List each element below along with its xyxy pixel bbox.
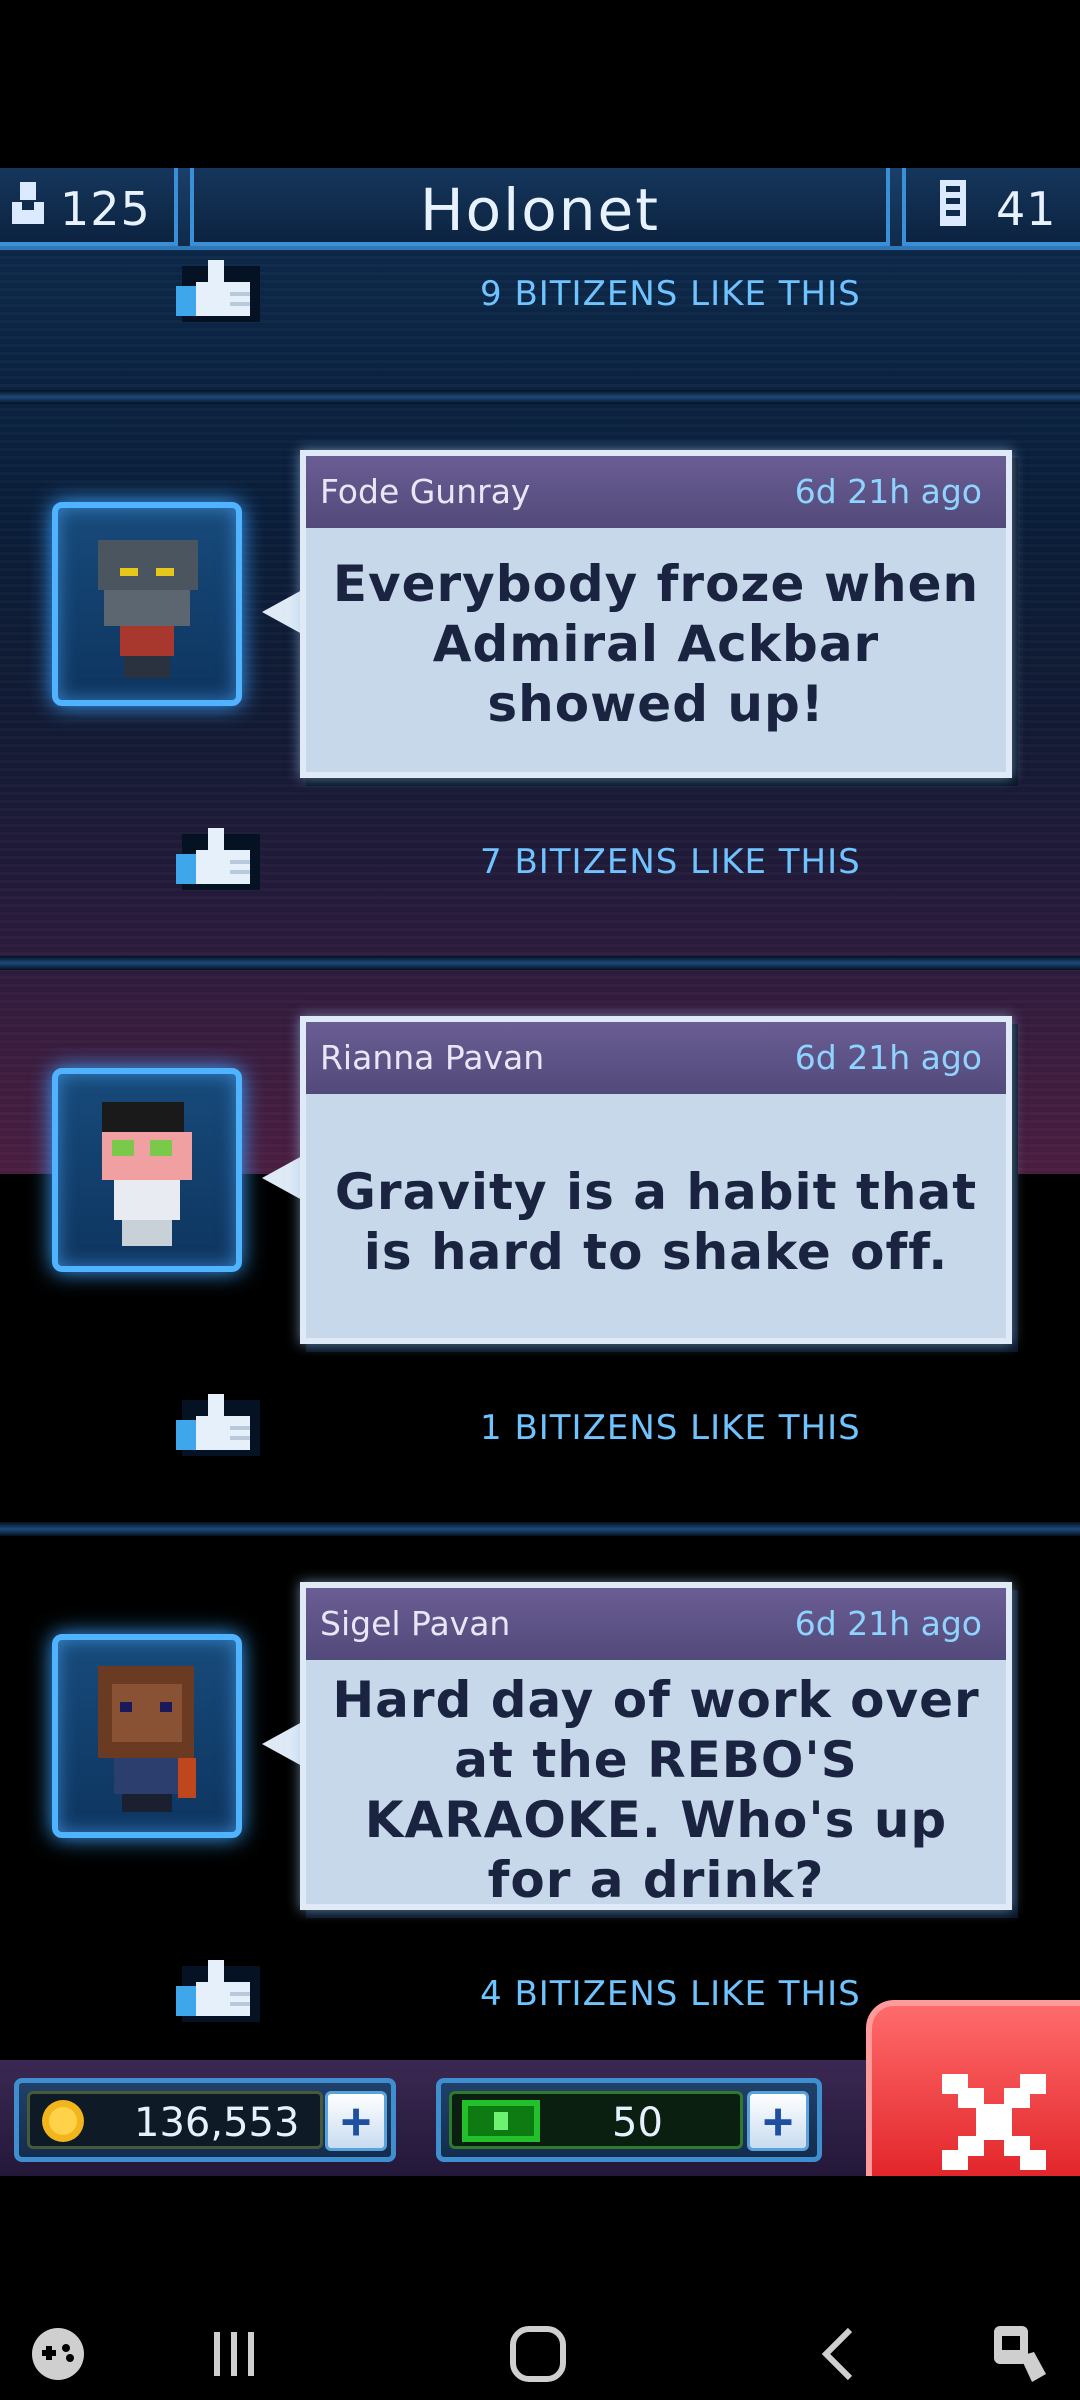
- bubble-tail: [262, 590, 302, 634]
- system-nav-bar: [0, 2176, 1080, 2400]
- coin-icon: [42, 2100, 84, 2142]
- avatar: [98, 540, 198, 678]
- like-count: 1 BITIZENS LIKE THIS: [480, 1408, 861, 1448]
- screen: 125 Holonet 41 9 BITIZENS LIKE THIS Fode…: [0, 0, 1080, 2400]
- like-thumb-icon[interactable]: [176, 256, 260, 322]
- like-thumb-icon[interactable]: [176, 824, 260, 890]
- bux-count: 50: [612, 2100, 663, 2146]
- post-header: Fode Gunray 6d 21h ago: [306, 456, 1006, 528]
- game-launcher-icon[interactable]: [30, 2326, 86, 2382]
- person-icon: [12, 182, 44, 224]
- add-coins-button[interactable]: +: [325, 2091, 387, 2151]
- post-author[interactable]: Sigel Pavan: [320, 1604, 510, 1643]
- floors-counter: 41: [902, 168, 1080, 246]
- bubble-tail: [262, 1722, 302, 1766]
- floor-count: 41: [996, 182, 1057, 236]
- post-time: 6d 21h ago: [794, 472, 982, 511]
- post-header: Rianna Pavan 6d 21h ago: [306, 1022, 1006, 1094]
- page-title: Holonet: [420, 176, 660, 244]
- post-bubble[interactable]: Rianna Pavan 6d 21h ago Gravity is a hab…: [300, 1016, 1012, 1344]
- avatar-frame[interactable]: [52, 1634, 242, 1838]
- post-message: Hard day of work over at the REBO'S KARA…: [332, 1671, 980, 1909]
- post-bubble[interactable]: Sigel Pavan 6d 21h ago Hard day of work …: [300, 1582, 1012, 1910]
- accessibility-icon[interactable]: [990, 2322, 1050, 2386]
- building-icon: [940, 180, 966, 226]
- like-count: 4 BITIZENS LIKE THIS: [480, 1974, 861, 2014]
- population-counter: 125: [0, 168, 178, 246]
- post-message: Everybody froze when Admiral Ackbar show…: [332, 555, 980, 733]
- coin-count: 136,553: [134, 2100, 300, 2146]
- like-count: 7 BITIZENS LIKE THIS: [480, 842, 861, 882]
- bux-panel: 50 +: [436, 2078, 822, 2162]
- close-icon: [942, 2074, 1046, 2170]
- status-bar: [0, 0, 1080, 168]
- coins-display: 136,553: [27, 2091, 323, 2149]
- post-author[interactable]: Fode Gunray: [320, 472, 530, 511]
- like-thumb-icon[interactable]: [176, 1956, 260, 2022]
- title-box: Holonet: [190, 168, 890, 246]
- avatar: [98, 1666, 196, 1812]
- bux-display: 50: [449, 2091, 743, 2149]
- home-icon[interactable]: [508, 2324, 568, 2384]
- back-icon[interactable]: [818, 2326, 858, 2382]
- row-divider: [0, 1522, 1080, 1536]
- post-time: 6d 21h ago: [794, 1038, 982, 1077]
- row-divider: [0, 956, 1080, 970]
- post-message: Gravity is a habit that is hard to shake…: [334, 1163, 978, 1281]
- population-count: 125: [60, 182, 151, 236]
- close-button[interactable]: [866, 2000, 1080, 2176]
- add-bux-button[interactable]: +: [747, 2091, 809, 2151]
- header-bar: 125 Holonet 41: [0, 168, 1080, 250]
- post-time: 6d 21h ago: [794, 1604, 982, 1643]
- like-thumb-icon[interactable]: [176, 1390, 260, 1456]
- post-author[interactable]: Rianna Pavan: [320, 1038, 544, 1077]
- coins-panel: 136,553 +: [14, 2078, 396, 2162]
- recent-apps-icon[interactable]: [206, 2326, 262, 2382]
- avatar-frame[interactable]: [52, 1068, 242, 1272]
- like-count: 9 BITIZENS LIKE THIS: [480, 274, 861, 314]
- bubble-tail: [262, 1156, 302, 1200]
- row-divider: [0, 390, 1080, 404]
- avatar: [102, 1102, 192, 1246]
- post-bubble[interactable]: Fode Gunray 6d 21h ago Everybody froze w…: [300, 450, 1012, 778]
- bux-icon: [462, 2100, 540, 2142]
- avatar-frame[interactable]: [52, 502, 242, 706]
- post-header: Sigel Pavan 6d 21h ago: [306, 1588, 1006, 1660]
